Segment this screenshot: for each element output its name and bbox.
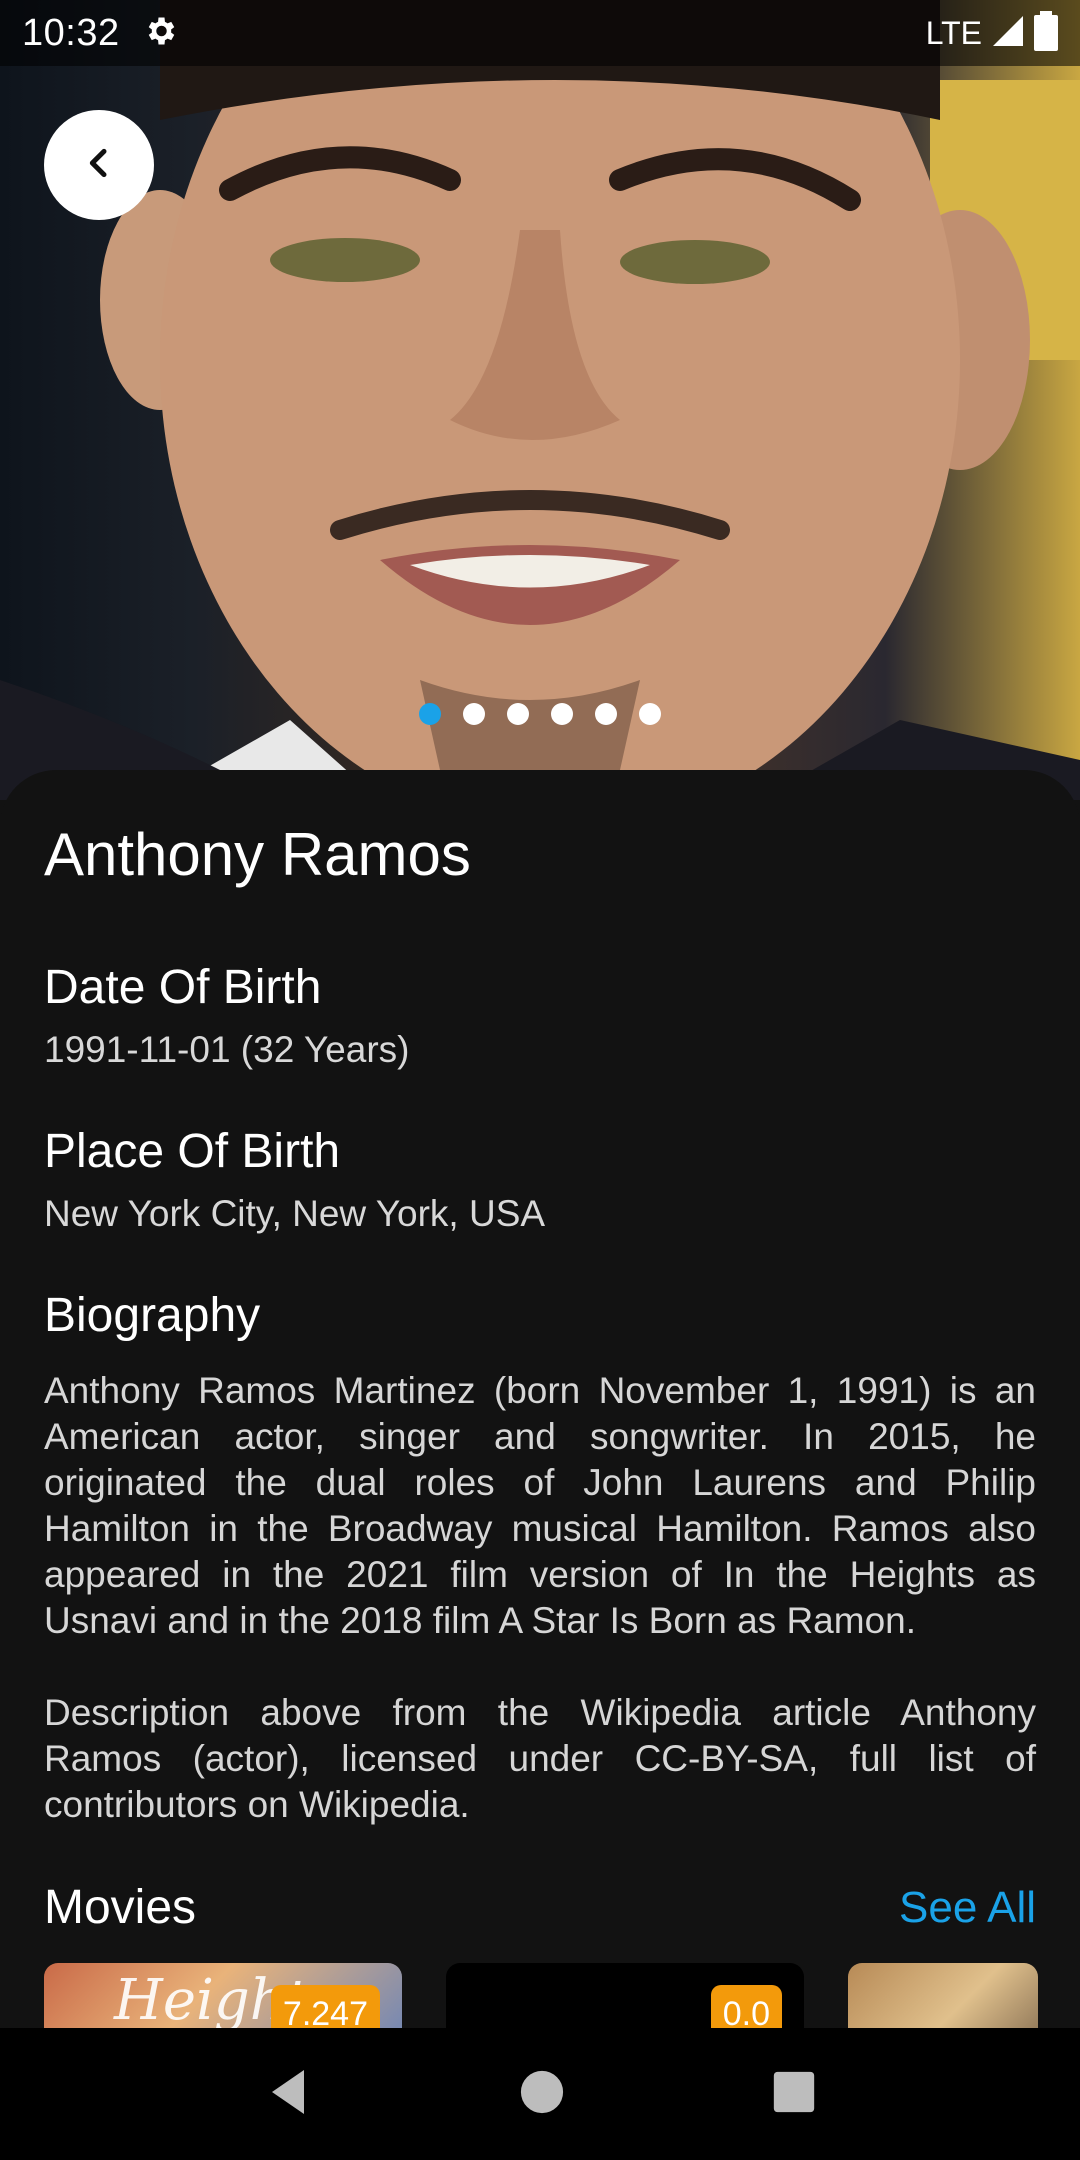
back-button[interactable] [44,110,154,220]
movies-title: Movies [44,1881,197,1934]
movie-card[interactable] [848,1963,1038,2030]
place-of-birth-label: Place Of Birth [44,1125,341,1178]
person-photo [0,0,1080,800]
movie-card[interactable]: Heights 7.247 [44,1963,402,2030]
biography-paragraph-1: Anthony Ramos Martinez (born November 1,… [44,1370,1036,1641]
rating-badge: 7.247 [270,1985,380,2030]
nav-recents-icon[interactable] [772,2070,816,2119]
carousel-dot[interactable] [463,703,485,725]
person-name: Anthony Ramos [44,821,471,888]
person-details-card[interactable]: Anthony Ramos Date Of Birth 1991-11-01 (… [0,770,1080,2030]
network-type: LTE [925,14,982,51]
carousel-dot[interactable] [507,703,529,725]
biography-paragraph-2: Description above from the Wikipedia art… [44,1692,1036,1825]
person-detail-screen: 10:32 LTE Anthony Ramos Date Of Birth 19… [0,0,1080,2160]
movie-card[interactable]: 0.0 [446,1963,804,2030]
movies-list[interactable]: Heights 7.247 0.0 [44,1963,1080,2030]
movies-section-header: Movies See All [44,1880,1036,1935]
biography-label: Biography [44,1289,261,1342]
nav-back-icon[interactable] [264,2066,312,2123]
person-photo-carousel[interactable] [0,0,1080,800]
carousel-indicator [0,703,1080,725]
system-navigation-bar [0,2028,1080,2160]
carousel-dot[interactable] [595,703,617,725]
date-of-birth-value: 1991-11-01 (32 Years) [44,1029,410,1070]
signal-icon [990,13,1026,54]
rating-badge: 0.0 [710,1985,782,2030]
nav-home-icon[interactable] [519,2069,565,2120]
status-bar: 10:32 LTE [0,0,1080,66]
carousel-dot-active[interactable] [419,703,441,725]
date-of-birth-label: Date Of Birth [44,961,322,1014]
place-of-birth-value: New York City, New York, USA [44,1193,546,1234]
carousel-dot[interactable] [639,703,661,725]
chevron-left-icon [79,143,119,188]
gear-icon [142,13,178,54]
carousel-dot[interactable] [551,703,573,725]
see-all-button[interactable]: See All [899,1883,1036,1933]
battery-icon [1034,10,1058,56]
status-time: 10:32 [22,11,120,54]
